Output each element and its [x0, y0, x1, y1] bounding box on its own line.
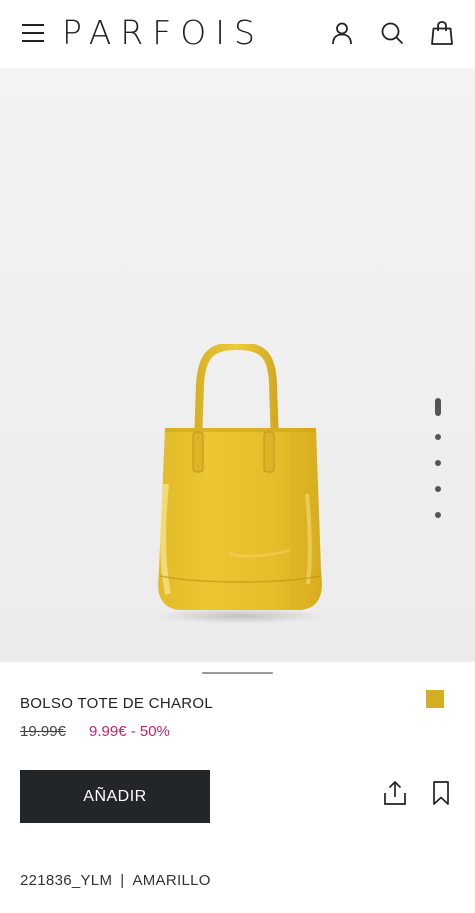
search-icon[interactable]: [379, 20, 405, 46]
user-icon[interactable]: [329, 20, 355, 46]
header: PARFOIS: [0, 0, 475, 68]
gallery-dot-5[interactable]: [435, 512, 441, 518]
original-price: 19.99€: [20, 723, 66, 740]
color-name: AMARILLO: [132, 872, 211, 889]
product-image: [158, 344, 322, 610]
gallery-dot-1[interactable]: [435, 398, 441, 416]
sale-price: 9.99€ - 50%: [89, 723, 170, 740]
sheet-drag-handle[interactable]: [202, 672, 273, 674]
gallery-dot-2[interactable]: [435, 434, 441, 440]
reference-code: 221836_YLM: [20, 872, 113, 889]
product-name: BOLSO TOTE DE CHAROL: [20, 695, 213, 712]
gallery-pagination: [432, 398, 444, 528]
product-reference: 221836_YLM | AMARILLO: [20, 872, 211, 889]
menu-icon[interactable]: [22, 24, 44, 42]
gallery-dot-4[interactable]: [435, 486, 441, 492]
color-swatch[interactable]: [426, 690, 444, 708]
shopping-bag-icon[interactable]: [429, 20, 455, 46]
product-image-gallery[interactable]: [0, 68, 475, 662]
bookmark-icon[interactable]: [431, 780, 451, 806]
brand-logo[interactable]: PARFOIS: [62, 14, 264, 52]
share-icon[interactable]: [383, 780, 407, 806]
add-to-cart-button[interactable]: AÑADIR: [20, 770, 210, 823]
reference-separator: |: [120, 872, 125, 889]
gallery-dot-3[interactable]: [435, 460, 441, 466]
